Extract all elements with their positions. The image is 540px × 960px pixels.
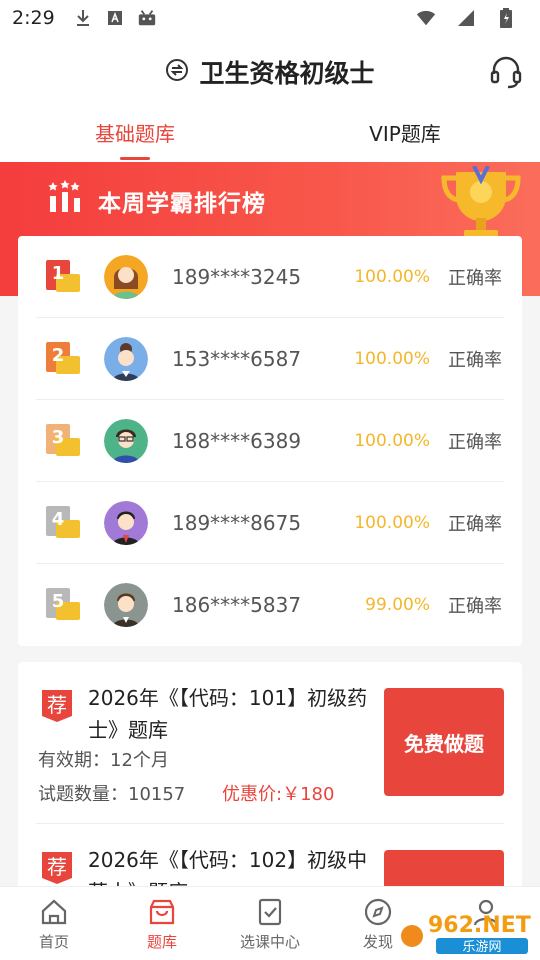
user-phone: 153****6587 <box>172 346 302 371</box>
free-practice-button[interactable]: 免费做题 <box>384 688 504 796</box>
accuracy-value: 100.00% <box>354 430 430 451</box>
tab-basic-question-bank[interactable]: 基础题库 <box>0 108 270 162</box>
accuracy-value: 100.00% <box>354 348 430 369</box>
nav-label: 题库 <box>146 933 177 951</box>
course-title: 2026年《【代码：101】初级药士》题库 <box>88 686 368 742</box>
avatar <box>104 418 148 463</box>
nav-course-center[interactable]: 选课中心 <box>216 887 324 960</box>
nav-home[interactable]: 首页 <box>0 887 108 960</box>
accuracy-label: 正确率 <box>448 349 502 371</box>
banner-title: 本周学霸排行榜 <box>98 191 266 217</box>
course-list: 荐 2026年《【代码：101】初级药士》题库 有效期：12个月 试题数量：10… <box>18 662 522 902</box>
svg-text:荐: 荐 <box>47 855 67 879</box>
ranking-row[interactable]: 4 189****8675 100.00% 正确率 <box>36 482 504 564</box>
nav-label: 选课中心 <box>239 933 300 951</box>
exam-switcher[interactable]: 卫生资格初级士 <box>0 54 540 90</box>
svg-text:962.NET: 962.NET <box>428 913 531 938</box>
accuracy-label: 正确率 <box>448 431 502 453</box>
course-validity: 有效期：12个月 <box>38 750 169 771</box>
user-phone: 188****6389 <box>172 428 302 453</box>
rank-medal-icon: 5 <box>46 588 80 622</box>
site-watermark: 962.NET 乐游网 <box>398 906 534 956</box>
accuracy-value: 100.00% <box>354 512 430 533</box>
nav-question-bank[interactable]: 题库 <box>108 887 216 960</box>
question-bank-icon <box>147 897 177 927</box>
android-icon <box>137 8 157 28</box>
wifi-icon <box>416 8 436 28</box>
customer-service-icon[interactable] <box>488 54 524 90</box>
user-phone: 186****5837 <box>172 593 302 617</box>
download-icon <box>73 8 93 28</box>
page-title: 卫生资格初级士 <box>199 59 375 88</box>
trophy-icon <box>436 165 526 246</box>
ranking-row[interactable]: 5 186****5837 99.00% 正确率 <box>36 564 504 646</box>
avatar <box>104 254 148 299</box>
accuracy-label: 正确率 <box>448 596 502 617</box>
recommend-tag-icon: 荐 <box>40 688 74 724</box>
app-notification-icon <box>105 8 125 28</box>
ranking-row[interactable]: 1 189****3245 100.00% 正确率 <box>36 236 504 318</box>
nav-label: 首页 <box>38 933 69 951</box>
ranking-bars-icon <box>48 180 82 214</box>
app-header: 卫生资格初级士 <box>0 36 540 108</box>
avatar <box>104 336 148 381</box>
rank-medal-icon: 4 <box>46 505 80 540</box>
rank-medal-icon: 3 <box>46 423 80 458</box>
rank-number: 2 <box>51 344 65 366</box>
avatar <box>104 500 148 545</box>
course-center-icon <box>255 897 285 927</box>
ranking-row[interactable]: 2 153****6587 100.00% 正确率 <box>36 318 504 400</box>
accuracy-value: 99.00% <box>365 595 430 615</box>
status-bar: 2:29 <box>0 0 540 36</box>
avatar <box>104 583 148 627</box>
user-phone: 189****3245 <box>172 264 302 289</box>
svg-text:乐游网: 乐游网 <box>462 940 501 955</box>
accuracy-value: 100.00% <box>354 266 430 287</box>
switch-icon[interactable] <box>165 58 189 86</box>
status-time: 2:29 <box>12 7 55 29</box>
course-price: 优惠价:￥180 <box>222 784 335 805</box>
battery-icon <box>496 8 516 28</box>
course-question-count: 试题数量：10157 <box>38 784 186 805</box>
rank-number: 4 <box>51 508 65 530</box>
ranking-list: 1 189****3245 100.00% 正确率 2 153****6587 … <box>18 236 522 646</box>
recommend-tag-icon: 荐 <box>40 850 74 886</box>
accuracy-label: 正确率 <box>448 513 502 535</box>
signal-icon <box>456 8 476 28</box>
rank-medal-icon: 1 <box>46 259 80 294</box>
home-icon <box>39 897 69 927</box>
compass-icon <box>363 897 393 927</box>
course-card[interactable]: 荐 2026年《【代码：101】初级药士》题库 有效期：12个月 试题数量：10… <box>36 662 504 824</box>
rank-number: 3 <box>51 426 65 448</box>
user-phone: 189****8675 <box>172 510 302 535</box>
rank-number: 5 <box>51 591 65 612</box>
tab-bar: 基础题库 VIP题库 <box>0 108 540 162</box>
svg-text:荐: 荐 <box>47 693 67 717</box>
tab-vip-question-bank[interactable]: VIP题库 <box>270 108 540 162</box>
ranking-row[interactable]: 3 188****6389 100.00% 正确率 <box>36 400 504 482</box>
nav-label: 发现 <box>362 933 393 951</box>
accuracy-label: 正确率 <box>448 267 502 289</box>
rank-medal-icon: 2 <box>46 341 80 376</box>
rank-number: 1 <box>51 262 65 284</box>
